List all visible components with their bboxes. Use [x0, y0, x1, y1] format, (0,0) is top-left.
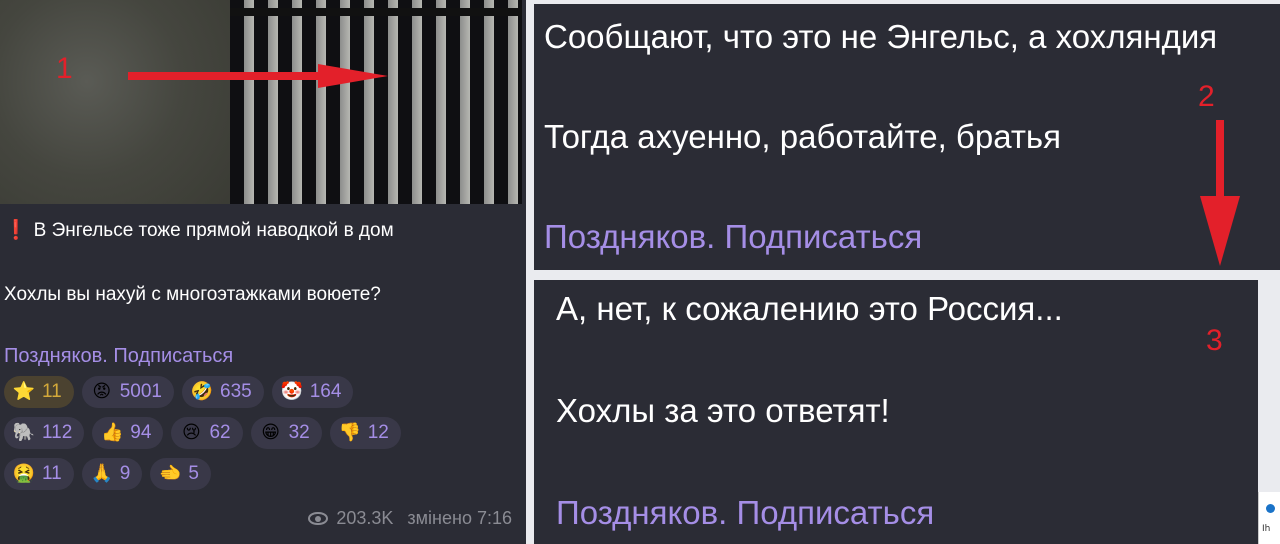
reaction-count: 635 [220, 381, 252, 402]
reaction-count: 112 [42, 422, 73, 443]
subscribe-link[interactable]: Поздняков. Подписаться [4, 345, 233, 368]
reaction-count: 164 [309, 381, 342, 402]
clown-face-icon: 🤡 [280, 381, 303, 402]
reaction-thumbs-up[interactable]: 👍 94 [92, 417, 164, 449]
reaction-rofl[interactable]: 🤣 635 [182, 376, 264, 408]
right-bottom-post: А, нет, к сожалению это Россия... Хохлы … [534, 280, 1258, 544]
annotation-number-2: 2 [1198, 80, 1215, 113]
rofl-face-icon: 🤣 [190, 381, 214, 402]
reaction-pointing[interactable]: 🫲 5 [150, 458, 211, 490]
subscribe-link[interactable]: Поздняков. Подписаться [544, 218, 922, 256]
reaction-count: 94 [130, 422, 152, 443]
reaction-count: 62 [209, 422, 231, 443]
post-text-line1: ❗ В Энгельсе тоже прямой наводкой в дом [4, 218, 394, 242]
left-post: 1 ❗ В Энгельсе тоже прямой наводкой в дом… [0, 0, 526, 544]
edited-time: змінено 7:16 [407, 508, 512, 528]
reaction-count: 11 [42, 381, 62, 402]
reaction-praying[interactable]: 🙏 9 [81, 458, 143, 490]
annotation-number-1: 1 [56, 52, 73, 85]
reactions-bar: ⭐ 11 😡 5001 🤣 635 🤡 164 🐘 112 👍 94 😢 62 😁 32 👎 12… [4, 376, 514, 499]
post-text-line1: Сообщают, что это не Энгельс, а хохлянди… [544, 18, 1218, 55]
reaction-count: 5 [188, 463, 199, 484]
reaction-elephant[interactable]: 🐘 112 [4, 417, 85, 449]
app-logo-icon [1266, 504, 1275, 513]
reactions-row: 🐘 112 👍 94 😢 62 😁 32 👎 12 [4, 417, 514, 449]
reaction-crying[interactable]: 😢 62 [171, 417, 243, 449]
view-count: 203.3K [336, 508, 394, 528]
corner-widget[interactable]: Ih [1258, 492, 1280, 544]
praying-hands-icon: 🙏 [90, 463, 113, 484]
reaction-count: 12 [367, 422, 389, 443]
photo-fence-rail [230, 8, 522, 16]
pointing-hand-icon: 🫲 [159, 463, 182, 484]
reaction-count: 9 [119, 463, 131, 484]
reaction-count: 32 [288, 422, 310, 443]
reaction-star[interactable]: ⭐ 11 [4, 376, 74, 408]
eye-icon [308, 512, 329, 525]
annotation-number-3: 3 [1206, 324, 1223, 357]
reaction-count: 5001 [119, 381, 163, 402]
arrow-down-icon [1200, 120, 1240, 266]
post-text-line1: А, нет, к сожалению это Россия... [556, 290, 1063, 327]
corner-label: Ih [1262, 524, 1271, 534]
nauseated-face-icon: 🤮 [12, 463, 36, 484]
subscribe-link[interactable]: Поздняков. Подписаться [556, 494, 934, 532]
reaction-count: 11 [42, 463, 62, 484]
star-icon: ⭐ [12, 381, 36, 402]
post-text-line2: Тогда ахуенно, работайте, братья [544, 118, 1061, 155]
post-meta: 203.3K змінено 7:16 [308, 508, 512, 529]
reaction-angry[interactable]: 😡 5001 [81, 376, 175, 408]
reaction-grinning[interactable]: 😁 32 [250, 417, 322, 449]
elephant-icon: 🐘 [12, 422, 36, 443]
crying-face-icon: 😢 [182, 422, 201, 443]
reactions-row: ⭐ 11 😡 5001 🤣 635 🤡 164 [4, 376, 514, 408]
thumbs-down-icon: 👎 [338, 422, 361, 443]
post-text-line2: Хохлы вы нахуй с многоэтажками воюете? [4, 284, 381, 305]
arrow-right-icon [128, 64, 388, 88]
reaction-clown[interactable]: 🤡 164 [271, 376, 354, 408]
reaction-nauseated[interactable]: 🤮 11 [4, 458, 74, 490]
reaction-thumbs-down[interactable]: 👎 12 [329, 417, 401, 449]
right-top-post: Сообщают, что это не Энгельс, а хохлянди… [534, 4, 1280, 270]
post-text-line2: Хохлы за это ответят! [556, 392, 890, 429]
angry-face-icon: 😡 [92, 381, 112, 402]
photo-fence [230, 0, 522, 204]
reactions-row: 🤮 11 🙏 9 🫲 5 [4, 458, 514, 490]
exclamation-icon: ❗ [4, 220, 28, 241]
grinning-face-icon: 😁 [261, 422, 280, 443]
thumbs-up-icon: 👍 [101, 422, 124, 443]
post-photo[interactable] [0, 0, 522, 204]
post-text-line1-content: В Энгельсе тоже прямой наводкой в дом [33, 220, 394, 241]
